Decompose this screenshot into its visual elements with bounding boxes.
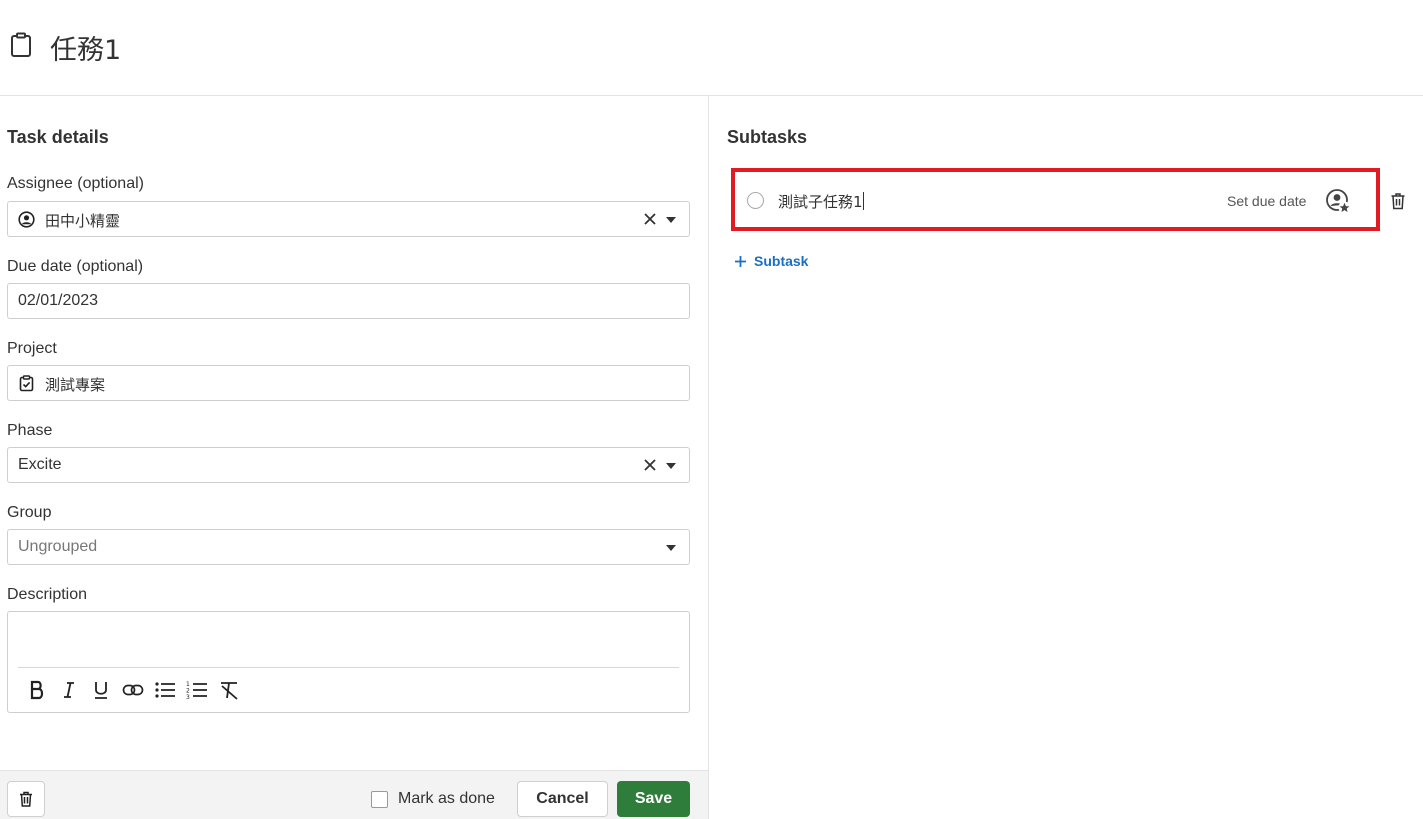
description-input[interactable] [18, 612, 679, 667]
due-date-field[interactable]: 02/01/2023 [7, 283, 690, 319]
assign-user-icon[interactable] [1325, 188, 1351, 214]
chevron-down-icon[interactable] [666, 463, 676, 469]
group-placeholder: Ungrouped [18, 538, 98, 555]
phase-select[interactable]: Excite [7, 447, 690, 483]
add-subtask-button[interactable]: Subtask [734, 251, 808, 271]
clipboard-icon [11, 32, 31, 57]
add-subtask-label: Subtask [754, 253, 809, 269]
group-label: Group [7, 504, 52, 521]
format-toolbar: 123 [25, 678, 241, 702]
description-label: Description [7, 586, 88, 603]
project-value: 測試專案 [45, 376, 106, 394]
chevron-down-icon[interactable] [666, 217, 676, 223]
task-details-title: Task details [7, 127, 109, 147]
assignee-select[interactable]: 田中小精靈 [7, 201, 690, 237]
phase-value: Excite [18, 456, 62, 473]
plus-icon [735, 255, 746, 267]
link-icon[interactable] [121, 678, 145, 702]
form-footer: Mark as done Cancel Save [0, 770, 708, 819]
clear-format-icon[interactable] [217, 678, 241, 702]
clipboard-check-icon [19, 375, 34, 392]
phase-label: Phase [7, 422, 53, 439]
assignee-value: 田中小精靈 [45, 212, 121, 230]
bullet-list-icon[interactable] [153, 678, 177, 702]
toolbar-divider [18, 667, 679, 668]
subtask-complete-toggle[interactable] [747, 192, 764, 209]
project-label: Project [7, 340, 57, 357]
trash-icon [20, 791, 32, 807]
subtasks-title: Subtasks [727, 127, 808, 147]
project-field[interactable]: 測試專案 [7, 365, 690, 401]
subtasks-panel: Subtasks 測試子任務1 Set due date Subtask [709, 96, 1423, 819]
bold-icon[interactable] [25, 678, 49, 702]
svg-text:3: 3 [186, 694, 190, 700]
subtask-name-input[interactable]: 測試子任務1 [778, 191, 864, 212]
save-button[interactable]: Save [617, 781, 690, 817]
page-title: 任務1 [50, 35, 122, 66]
italic-icon[interactable] [57, 678, 81, 702]
clear-icon[interactable] [642, 211, 658, 227]
clear-icon[interactable] [642, 457, 658, 473]
numbered-list-icon[interactable]: 123 [185, 678, 209, 702]
due-date-label: Due date (optional) [7, 258, 144, 275]
assignee-label: Assignee (optional) [7, 175, 144, 192]
page-header: 任務1 [0, 0, 1423, 96]
delete-task-button[interactable] [7, 781, 45, 817]
mark-as-done-label[interactable]: Mark as done [398, 790, 495, 808]
due-date-value: 02/01/2023 [18, 292, 99, 309]
set-due-date-button[interactable]: Set due date [1227, 193, 1306, 209]
group-select[interactable]: Ungrouped [7, 529, 690, 565]
user-circle-icon [18, 211, 35, 228]
description-editor: 123 [7, 611, 690, 713]
delete-subtask-icon[interactable] [1390, 192, 1406, 210]
subtask-row: 測試子任務1 Set due date [731, 168, 1380, 231]
chevron-down-icon[interactable] [666, 545, 676, 551]
mark-as-done-checkbox[interactable] [371, 791, 388, 808]
task-details-panel: Task details Assignee (optional) 田中小精靈 D… [0, 96, 709, 819]
cancel-button[interactable]: Cancel [517, 781, 608, 817]
underline-icon[interactable] [89, 678, 113, 702]
